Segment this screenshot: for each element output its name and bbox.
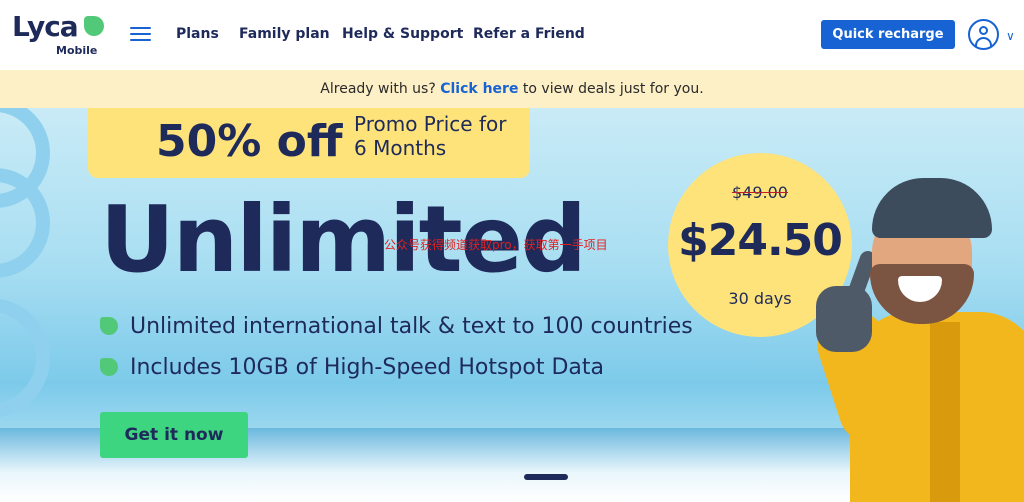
banner-suffix: to view deals just for you.: [522, 81, 704, 97]
hero-banner: 50% off Promo Price for 6 Months Unlimit…: [0, 108, 1024, 502]
nav-item-family-plan[interactable]: Family plan: [239, 26, 330, 42]
logo-wordmark: Lyca: [12, 10, 79, 43]
banner-prefix: Already with us?: [320, 81, 436, 97]
get-it-now-button[interactable]: Get it now: [100, 412, 248, 458]
feature-item: Unlimited international talk & text to 1…: [100, 314, 693, 339]
logo-heart-icon: [84, 16, 104, 36]
carousel-indicator[interactable]: [524, 474, 568, 480]
decorative-ring: [0, 298, 50, 418]
decorative-ring: [0, 168, 50, 278]
nav-item-help-support[interactable]: Help & Support: [342, 26, 463, 42]
site-header: Lyca Mobile Plans Family plan Help & Sup…: [0, 0, 1024, 70]
feature-text: Unlimited international talk & text to 1…: [130, 314, 693, 339]
click-here-link[interactable]: Click here: [440, 81, 518, 97]
promo-discount: 50% off: [156, 116, 343, 167]
user-icon: [968, 19, 999, 50]
smiling-man-photo: [809, 172, 1024, 502]
watermark-text: 公众号获得频道获取pro，获取第一手项目: [384, 238, 608, 252]
logo-subtitle: Mobile: [56, 44, 98, 57]
promo-tag: 50% off Promo Price for 6 Months: [88, 108, 530, 178]
quick-recharge-button[interactable]: Quick recharge: [821, 20, 955, 49]
promo-duration: Promo Price for 6 Months: [354, 112, 507, 160]
nav-item-plans[interactable]: Plans: [176, 26, 219, 42]
chevron-down-icon: ∨: [1006, 29, 1015, 43]
feature-text: Includes 10GB of High-Speed Hotspot Data: [130, 355, 604, 380]
lyca-mobile-logo[interactable]: Lyca Mobile: [12, 10, 112, 60]
heart-bullet-icon: [100, 358, 118, 376]
existing-customer-banner: Already with us? Click here to view deal…: [0, 70, 1024, 108]
hamburger-menu-icon[interactable]: [130, 27, 151, 43]
feature-item: Includes 10GB of High-Speed Hotspot Data: [100, 355, 604, 380]
account-menu[interactable]: ∨: [968, 19, 1020, 51]
heart-bullet-icon: [100, 317, 118, 335]
nav-item-refer-a-friend[interactable]: Refer a Friend: [473, 26, 585, 42]
